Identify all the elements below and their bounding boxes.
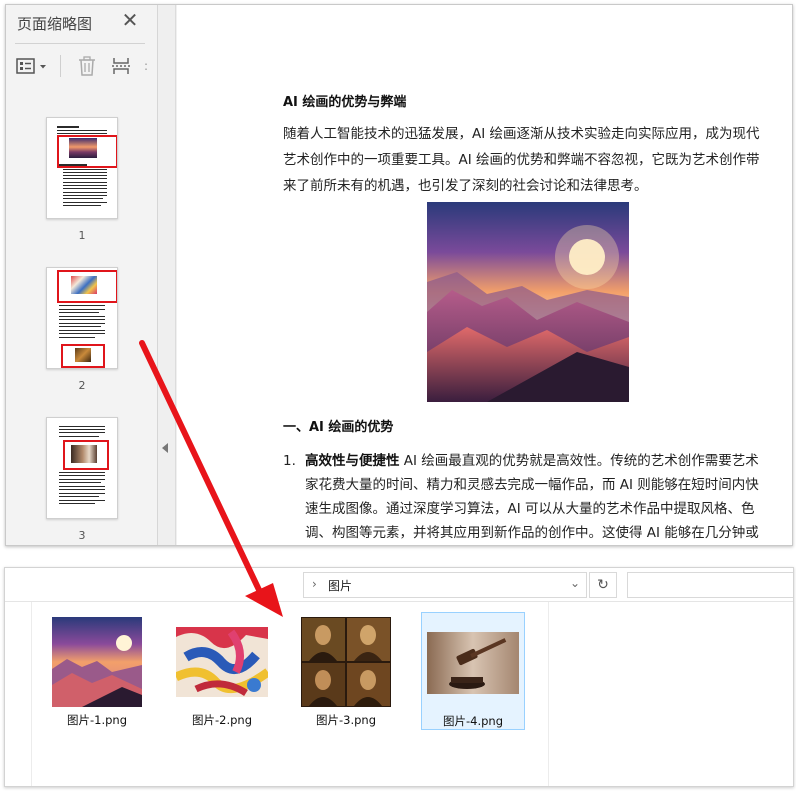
toolbar-more-indicator: : xyxy=(144,59,149,73)
page-number-label: 2 xyxy=(78,379,86,392)
thumb-text-line xyxy=(57,130,107,131)
split-page-button[interactable] xyxy=(108,53,136,79)
address-bar[interactable]: › 图片 ⌄ xyxy=(303,572,587,598)
page-number-label: 1 xyxy=(78,229,86,242)
pane-divider xyxy=(548,602,549,786)
thumb-text-line xyxy=(59,503,95,504)
thumb-text-line xyxy=(59,337,95,338)
thumb-text-line xyxy=(59,312,99,313)
thumb-text-line xyxy=(63,169,107,170)
thumb-text-line xyxy=(63,178,107,179)
page-thumbnail-3[interactable] xyxy=(46,417,118,519)
thumb-text-line xyxy=(59,500,105,501)
search-input[interactable] xyxy=(627,572,793,598)
list-item-number: 1. xyxy=(283,453,296,469)
thumb-text-line xyxy=(57,126,79,128)
thumb-text-line xyxy=(59,429,105,430)
section-heading: 一、AI 绘画的优势 xyxy=(283,420,394,435)
thumb-text-line xyxy=(59,309,105,310)
file-item-1[interactable]: 图片-1.png xyxy=(45,612,149,730)
thumbnail-toolbar: : xyxy=(6,49,158,83)
thumb-text-line xyxy=(59,323,105,324)
thumb-text-line xyxy=(63,195,107,196)
thumb-text-line xyxy=(63,182,107,183)
thumb-text-line xyxy=(63,188,107,189)
address-bar-row: › 图片 ⌄ ↻ xyxy=(5,568,793,602)
pane-divider xyxy=(31,602,32,786)
thumb-text-line xyxy=(59,326,101,327)
thumb-text-line xyxy=(63,192,107,193)
thumb-text-line xyxy=(59,316,105,317)
thumbnail-options-button[interactable] xyxy=(14,53,52,79)
document-page: AI 绘画的优势与弊端 随着人工智能技术的迅猛发展，AI 绘画逐渐从技术实验走向… xyxy=(177,5,792,545)
file-item-2[interactable]: 图片-2.png xyxy=(170,612,274,730)
file-name: 图片-2.png xyxy=(191,713,252,727)
thumb-text-line xyxy=(59,305,105,306)
thumb-text-line xyxy=(59,486,105,487)
file-thumbnail xyxy=(294,616,398,708)
panel-divider xyxy=(15,43,145,44)
thumb-text-line xyxy=(63,198,103,199)
file-name: 图片-3.png xyxy=(315,713,376,727)
panel-collapse-strip xyxy=(158,5,176,545)
thumb-text-line xyxy=(63,202,107,203)
thumb-text-line xyxy=(59,496,99,497)
image-highlight-box xyxy=(57,270,117,303)
file-name: 图片-4.png xyxy=(442,714,503,728)
intro-paragraph: 随着人工智能技术的迅猛发展，AI 绘画逐渐从技术实验走向实际应用，成为现代艺术创… xyxy=(283,126,760,194)
thumb-text-line xyxy=(57,133,107,134)
delete-page-button[interactable] xyxy=(74,53,100,79)
thumbnail-panel-title: 页面缩略图 xyxy=(17,15,93,33)
file-name: 图片-1.png xyxy=(66,713,127,727)
file-thumbnail xyxy=(422,617,524,709)
refresh-button[interactable]: ↻ xyxy=(589,572,617,598)
page-number-label: 3 xyxy=(78,529,86,542)
thumb-text-line xyxy=(59,330,105,331)
list-item-lead: 高效性与便捷性 xyxy=(305,453,400,469)
image-highlight-box xyxy=(61,344,105,368)
trash-icon xyxy=(79,56,95,76)
page-thumbnail-panel: 页面缩略图 ✕: 1 2 3 xyxy=(6,5,158,545)
list-item: 1. 高效性与便捷性 AI 绘画最直观的优势就是高效性。传统的艺术创作需要艺术家… xyxy=(283,449,771,545)
thumb-text-line xyxy=(59,482,101,483)
toolbar-divider xyxy=(60,55,61,77)
document-title: AI 绘画的优势与弊端 xyxy=(283,95,407,110)
file-thumbnail xyxy=(45,616,149,708)
file-item-4[interactable]: 图片-4.png xyxy=(421,612,525,730)
thumb-text-line xyxy=(59,489,105,490)
thumb-text-line xyxy=(59,479,105,480)
thumb-text-line xyxy=(59,333,105,334)
thumb-text-line xyxy=(59,472,105,473)
thumb-text-line xyxy=(59,436,99,437)
chevron-down-icon[interactable]: ⌄ xyxy=(570,576,580,590)
close-icon[interactable]: ✕ xyxy=(119,9,141,31)
thumb-text-line xyxy=(63,172,107,173)
thumb-text-line xyxy=(59,475,105,476)
split-icon xyxy=(112,58,130,74)
thumb-text-line xyxy=(59,319,105,320)
page-thumbnail-2[interactable] xyxy=(46,267,118,369)
thumb-text-line xyxy=(63,205,101,206)
file-explorer-window: › 图片 ⌄ ↻ 图片-1.png 图片-2.png 图片-3.png 图片-4… xyxy=(4,567,794,787)
breadcrumb-folder[interactable]: 图片 xyxy=(328,577,352,594)
pdf-viewer-window: 页面缩略图 ✕: 1 2 3 AI 绘画的优势与弊端 随着人工智能技术的迅猛发… xyxy=(5,4,793,546)
image-highlight-box xyxy=(63,440,109,470)
thumb-text-line xyxy=(59,493,105,494)
thumb-text-line xyxy=(63,175,107,176)
collapse-panel-arrow-icon[interactable] xyxy=(162,443,168,453)
thumb-text-line xyxy=(63,185,107,186)
file-thumbnail xyxy=(170,616,274,708)
page-thumbnail-1[interactable] xyxy=(46,117,118,219)
numbered-list: 1. 高效性与便捷性 AI 绘画最直观的优势就是高效性。传统的艺术创作需要艺术家… xyxy=(283,449,771,545)
thumb-text-line xyxy=(59,426,105,427)
breadcrumb-chevron-icon: › xyxy=(312,577,317,591)
file-item-3[interactable]: 图片-3.png xyxy=(294,612,398,730)
thumb-text-line xyxy=(59,432,105,433)
list-view-icon xyxy=(16,58,46,74)
landscape-image xyxy=(427,202,629,402)
image-highlight-box xyxy=(57,135,117,168)
